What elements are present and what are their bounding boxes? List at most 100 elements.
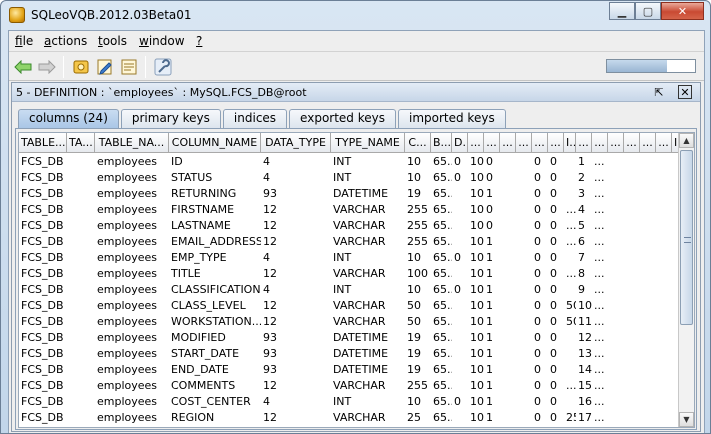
scroll-up-button[interactable]: ▲ [679, 133, 694, 148]
column-header[interactable]: TA... [67, 133, 95, 153]
table-row[interactable]: FCS_DBemployeesSTATUS4INT1065...0100002.… [19, 170, 679, 186]
column-header[interactable]: ... [468, 133, 484, 153]
panel-title-bar[interactable]: 5 - DEFINITION : `employees` : MySQL.FCS… [12, 83, 700, 102]
column-header[interactable]: D... [452, 133, 468, 153]
column-header[interactable]: ... [592, 133, 608, 153]
table-cell: 0 [550, 299, 557, 312]
table-row[interactable]: FCS_DBemployeesCOST_CENTER4INT1065...010… [19, 394, 679, 410]
table-cell [452, 234, 468, 250]
table-row[interactable]: FCS_DB employees END_DATE 93 DATETIME 19 65...… [19, 362, 679, 378]
table-cell [640, 298, 656, 314]
table-row[interactable]: FCS_DB employees MODIFIED 93 DATETIME 19 65...… [19, 330, 679, 346]
table-row[interactable]: FCS_DBemployeesTITLE12VARCHAR10065...101… [19, 266, 679, 282]
scroll-thumb[interactable] [680, 150, 693, 325]
column-header[interactable]: TABLE... [19, 133, 67, 153]
column-header[interactable]: DATA_TYPE [261, 133, 331, 153]
table-cell: 4 [263, 395, 270, 408]
table-cell: 0 [550, 251, 557, 264]
definition-panel: 5 - DEFINITION : `employees` : MySQL.FCS… [11, 82, 701, 432]
column-header[interactable]: ... [500, 133, 516, 153]
table-cell [624, 282, 640, 298]
table-cell: 12 [263, 219, 277, 232]
table-row[interactable]: FCS_DBemployeesEMP_TYPE4INT1065...010100… [19, 250, 679, 266]
back-button[interactable] [11, 55, 35, 78]
column-header[interactable]: ... [516, 133, 532, 153]
column-header[interactable]: TABLE_NA... [95, 133, 169, 153]
column-header[interactable]: TYPE_NAME [331, 133, 405, 153]
tab-indices[interactable]: indices [222, 109, 288, 128]
scroll-down-button[interactable]: ▼ [679, 412, 694, 427]
chevron-up-icon: ▲ [683, 136, 690, 145]
table-cell: VARCHAR [333, 219, 386, 232]
columns-table[interactable]: TABLE... TA... TABLE_NA... COLUMN_NAME DATA_… [18, 132, 695, 428]
column-header[interactable]: ... [608, 133, 624, 153]
table-row[interactable]: FCS_DB employees FIRSTNAME 12 VARCHAR 255 65..… [19, 202, 679, 218]
table-cell [67, 394, 95, 410]
menu-file[interactable]: file [15, 34, 33, 48]
panel-close-button[interactable]: ✕ [678, 85, 692, 99]
table-cell: 25 [407, 411, 421, 424]
table-row[interactable]: FCS_DB employees LASTNAME 12 VARCHAR 255 65...… [19, 218, 679, 234]
tab-primary-keys[interactable]: primary keys [120, 109, 221, 128]
vertical-scrollbar[interactable]: ▲ ▼ [678, 133, 694, 427]
menu-window[interactable]: window [139, 34, 185, 48]
table-cell: 10 [407, 395, 421, 408]
table-cell: FCS_DB [21, 203, 64, 216]
close-button[interactable]: ✕ [661, 2, 704, 20]
report-button[interactable] [117, 55, 141, 78]
menu-tools[interactable]: tools [98, 34, 127, 48]
column-header[interactable]: ... [484, 133, 500, 153]
table-cell: 65... [433, 235, 452, 248]
column-header[interactable]: COLUMN_NAME [169, 133, 261, 153]
table-row[interactable]: FCS_DBemployeesREGION12VARCHAR2565...101… [19, 410, 679, 426]
menu-help[interactable]: ? [196, 34, 202, 48]
table-cell [624, 362, 640, 378]
table-cell: 14 [578, 363, 592, 376]
table-cell: 255 [407, 379, 428, 392]
table-cell: 65... [433, 155, 452, 168]
column-header[interactable]: ... [532, 133, 548, 153]
table-row[interactable]: FCS_DB employees WORKSTATION... 12 VARCHAR 50… [19, 314, 679, 330]
undock-button[interactable]: ⇱ [652, 85, 666, 99]
column-header[interactable]: ... [624, 133, 640, 153]
column-header[interactable]: B... [431, 133, 452, 153]
table-cell [624, 234, 640, 250]
maximize-button[interactable]: ▢ [635, 2, 661, 20]
table-row[interactable]: FCS_DB employees COMMENTS 12 VARCHAR 255 65...… [19, 378, 679, 394]
table-cell [624, 186, 640, 202]
column-header[interactable]: ... [576, 133, 592, 153]
title-bar[interactable]: SQLeoVQB.2012.03Beta01 ▁ ▢ ✕ [1, 1, 710, 29]
forward-button[interactable] [35, 55, 59, 78]
table-row[interactable]: FCS_DBemployeesCLASSIFICATION4INT1065...… [19, 282, 679, 298]
edit-query-button[interactable] [93, 55, 117, 78]
table-cell: 12 [578, 331, 592, 344]
table-cell [500, 298, 516, 314]
column-header[interactable]: ... [640, 133, 656, 153]
undock-icon: ⇱ [654, 85, 664, 99]
minimize-button[interactable]: ▁ [609, 2, 635, 20]
settings-button[interactable] [151, 55, 175, 78]
table-cell: 0 [486, 203, 493, 216]
menu-actions[interactable]: actions [44, 34, 87, 48]
tab-imported-keys[interactable]: imported keys [398, 109, 506, 128]
menu-label: ile [22, 34, 34, 48]
table-cell: 10 [470, 171, 484, 184]
column-header[interactable]: C... [405, 133, 431, 153]
tab-columns[interactable]: columns (24) [18, 109, 119, 128]
tab-exported-keys[interactable]: exported keys [289, 109, 396, 128]
column-header[interactable]: ... [548, 133, 564, 153]
table-cell: VARCHAR [333, 235, 386, 248]
column-header[interactable]: ... [656, 133, 672, 153]
connect-button[interactable] [69, 55, 93, 78]
table-cell [640, 250, 656, 266]
table-cell [452, 346, 468, 362]
table-row[interactable]: FCS_DB employees RETURNING 93 DATETIME 19 65..… [19, 186, 679, 202]
table-row[interactable]: FCS_DBemployeesID4INT1065...0100001... [19, 154, 679, 170]
table-cell: ... [594, 411, 605, 424]
table-row[interactable]: FCS_DB employees START_DATE 93 DATETIME 19 65.… [19, 346, 679, 362]
back-arrow-icon [14, 59, 32, 74]
table-cell: employees [97, 283, 158, 296]
column-header[interactable]: I... [564, 133, 576, 153]
table-row[interactable]: FCS_DB employees EMAIL_ADDRESS 12 VARCHAR 255… [19, 234, 679, 250]
table-row[interactable]: FCS_DB employees CLASS_LEVEL 12 VARCHAR 50 65.… [19, 298, 679, 314]
